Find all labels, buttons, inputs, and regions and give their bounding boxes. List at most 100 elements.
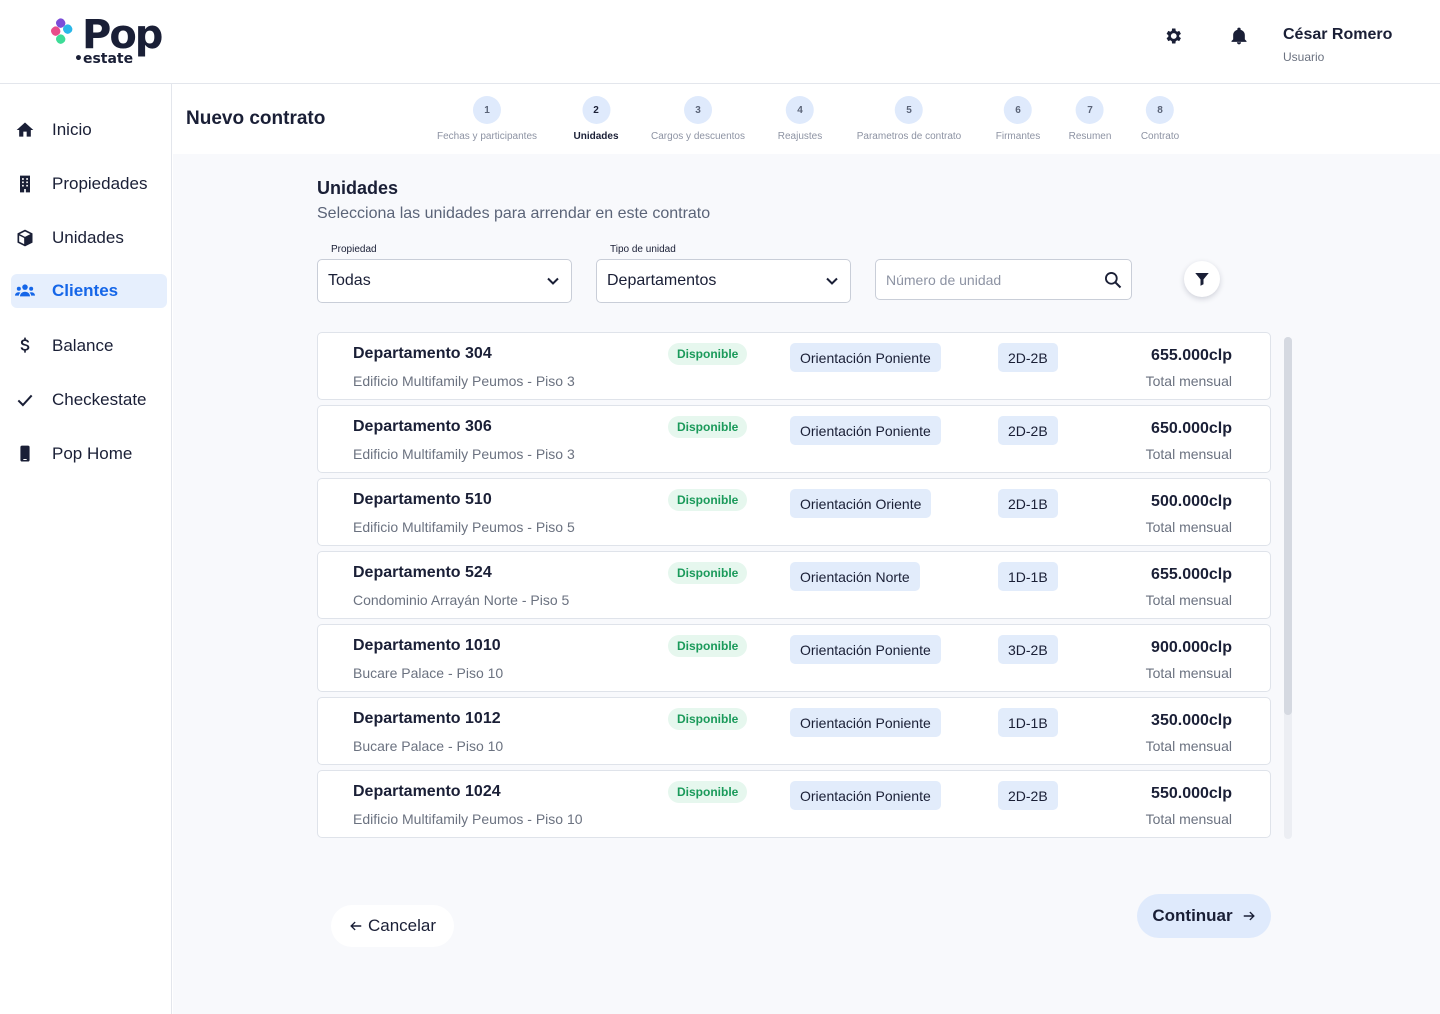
unit-card[interactable]: Departamento 306 Edificio Multifamily Pe… <box>317 405 1271 473</box>
price-label: Total mensual <box>1145 665 1232 681</box>
step-resumen[interactable]: 7 Resumen <box>1068 96 1112 142</box>
sidebar-item-label: Clientes <box>52 281 119 300</box>
step-unidades[interactable]: 2 Unidades <box>573 96 619 142</box>
unit-name: Departamento 306 <box>353 418 492 435</box>
arrow-left-icon <box>350 921 362 931</box>
sidebar-item-label: Balance <box>52 336 114 355</box>
unit-number-search <box>875 259 1132 300</box>
orientation-chip: Orientación Poniente <box>790 343 941 372</box>
user-name[interactable]: César Romero <box>1283 26 1392 44</box>
unit-list-scrollbar[interactable] <box>1284 337 1292 839</box>
status-badge: Disponible <box>668 562 748 584</box>
price-label: Total mensual <box>1145 811 1232 827</box>
propiedad-label: Propiedad <box>331 244 377 255</box>
step-number: 4 <box>786 96 814 124</box>
unit-price: 900.000clp <box>1151 639 1232 656</box>
tipo-unidad-select-value: Departamentos <box>607 272 717 289</box>
step-cargos-y-descuentos[interactable]: 3 Cargos y descuentos <box>651 96 745 142</box>
status-badge: Disponible <box>668 781 748 803</box>
unit-card[interactable]: Departamento 1010 Bucare Palace - Piso 1… <box>317 624 1271 692</box>
scrollbar-thumb[interactable] <box>1284 337 1292 715</box>
step-number: 1 <box>473 96 501 124</box>
sidebar-item-unidades[interactable]: Unidades <box>11 221 167 255</box>
unit-building: Edificio Multifamily Peumos - Piso 3 <box>353 446 575 462</box>
sidebar-item-pop-home[interactable]: Pop Home <box>11 437 167 471</box>
orientation-chip: Orientación Poniente <box>790 416 941 445</box>
step-label: Resumen <box>1068 131 1112 142</box>
price-label: Total mensual <box>1145 373 1232 389</box>
sidebar-item-balance[interactable]: Balance <box>11 329 167 363</box>
search-icon[interactable] <box>1103 270 1123 290</box>
step-reajustes[interactable]: 4 Reajustes <box>778 96 822 142</box>
unit-name: Departamento 524 <box>353 564 492 581</box>
propiedad-select-value: Todas <box>328 272 371 289</box>
status-badge: Disponible <box>668 343 748 365</box>
orientation-chip: Orientación Oriente <box>790 489 932 518</box>
unit-price: 650.000clp <box>1151 420 1232 437</box>
step-label: Contrato <box>1140 131 1180 142</box>
unit-card[interactable]: Departamento 1024 Edificio Multifamily P… <box>317 770 1271 838</box>
step-label: Fechas y participantes <box>436 131 538 142</box>
sidebar-item-inicio[interactable]: Inicio <box>11 113 167 147</box>
settings-button[interactable] <box>1163 26 1183 46</box>
sidebar-item-label: Inicio <box>52 120 92 139</box>
unit-building: Edificio Multifamily Peumos - Piso 3 <box>353 373 575 389</box>
stepper-bar: Nuevo contrato 1 Fechas y participantes … <box>173 84 1440 154</box>
sidebar-item-checkestate[interactable]: Checkestate <box>11 383 167 417</box>
tipo-unidad-select[interactable]: Departamentos <box>596 259 851 303</box>
step-contrato[interactable]: 8 Contrato <box>1141 96 1179 142</box>
sidebar-item-propiedades[interactable]: Propiedades <box>11 167 167 201</box>
unit-name: Departamento 304 <box>353 345 492 362</box>
orientation-chip: Orientación Norte <box>790 562 920 591</box>
chevron-down-icon <box>547 277 559 285</box>
cancel-button-label: Cancelar <box>367 916 437 935</box>
price-label: Total mensual <box>1145 738 1232 754</box>
section-title: Unidades <box>317 178 399 198</box>
logo-mark-icon <box>51 18 73 44</box>
continue-button[interactable]: Continuar <box>1137 894 1271 938</box>
pop-estate-logo[interactable]: Pop •estate <box>50 12 170 68</box>
gear-icon <box>1166 28 1181 44</box>
step-fechas-y-participantes[interactable]: 1 Fechas y participantes <box>437 96 537 142</box>
search-input[interactable] <box>876 260 1096 299</box>
step-number: 2 <box>581 96 610 124</box>
unit-building: Bucare Palace - Piso 10 <box>353 738 504 754</box>
step-label: Unidades <box>573 131 619 142</box>
price-label: Total mensual <box>1145 446 1232 462</box>
sidebar-item-label: Pop Home <box>52 444 133 463</box>
propiedad-select[interactable]: Todas <box>317 259 572 303</box>
home-icon <box>15 120 35 140</box>
page-title: Nuevo contrato <box>186 108 326 129</box>
step-number: 3 <box>683 96 712 124</box>
filter-button[interactable] <box>1184 261 1220 297</box>
unit-card[interactable]: Departamento 304 Edificio Multifamily Pe… <box>317 332 1271 400</box>
unit-type-chip: 3D-2B <box>998 635 1058 664</box>
unit-card[interactable]: Departamento 524 Condominio Arrayán Nort… <box>317 551 1271 619</box>
status-badge: Disponible <box>668 489 748 511</box>
unit-name: Departamento 1012 <box>353 710 501 727</box>
step-parametros-de-contrato[interactable]: 5 Parametros de contrato <box>857 96 961 142</box>
unit-price: 655.000clp <box>1151 347 1232 364</box>
top-bar: Pop •estate César Romero Usuario <box>0 0 1440 84</box>
orientation-chip: Orientación Poniente <box>790 708 941 737</box>
status-badge: Disponible <box>668 416 748 438</box>
step-firmantes[interactable]: 6 Firmantes <box>996 96 1040 142</box>
unit-price: 350.000clp <box>1151 712 1232 729</box>
sidebar: Inicio Propiedades Unidades Clientes Bal… <box>0 84 172 1014</box>
unit-type-chip: 1D-1B <box>998 562 1058 591</box>
step-number: 5 <box>895 96 923 124</box>
unit-price: 550.000clp <box>1151 785 1232 802</box>
unit-building: Edificio Multifamily Peumos - Piso 5 <box>353 519 575 535</box>
phone-icon <box>15 444 35 464</box>
unit-type-chip: 2D-2B <box>998 781 1058 810</box>
unit-name: Departamento 510 <box>353 491 492 508</box>
unit-card[interactable]: Departamento 510 Edificio Multifamily Pe… <box>317 478 1271 546</box>
logo-subtext: •estate <box>74 51 134 67</box>
sidebar-item-clientes[interactable]: Clientes <box>11 274 167 308</box>
notifications-button[interactable] <box>1229 26 1249 46</box>
unit-price: 500.000clp <box>1151 493 1232 510</box>
bell-icon <box>1231 27 1247 45</box>
dollar-icon <box>15 336 35 356</box>
cancel-button[interactable]: Cancelar <box>331 905 454 947</box>
unit-card[interactable]: Departamento 1012 Bucare Palace - Piso 1… <box>317 697 1271 765</box>
